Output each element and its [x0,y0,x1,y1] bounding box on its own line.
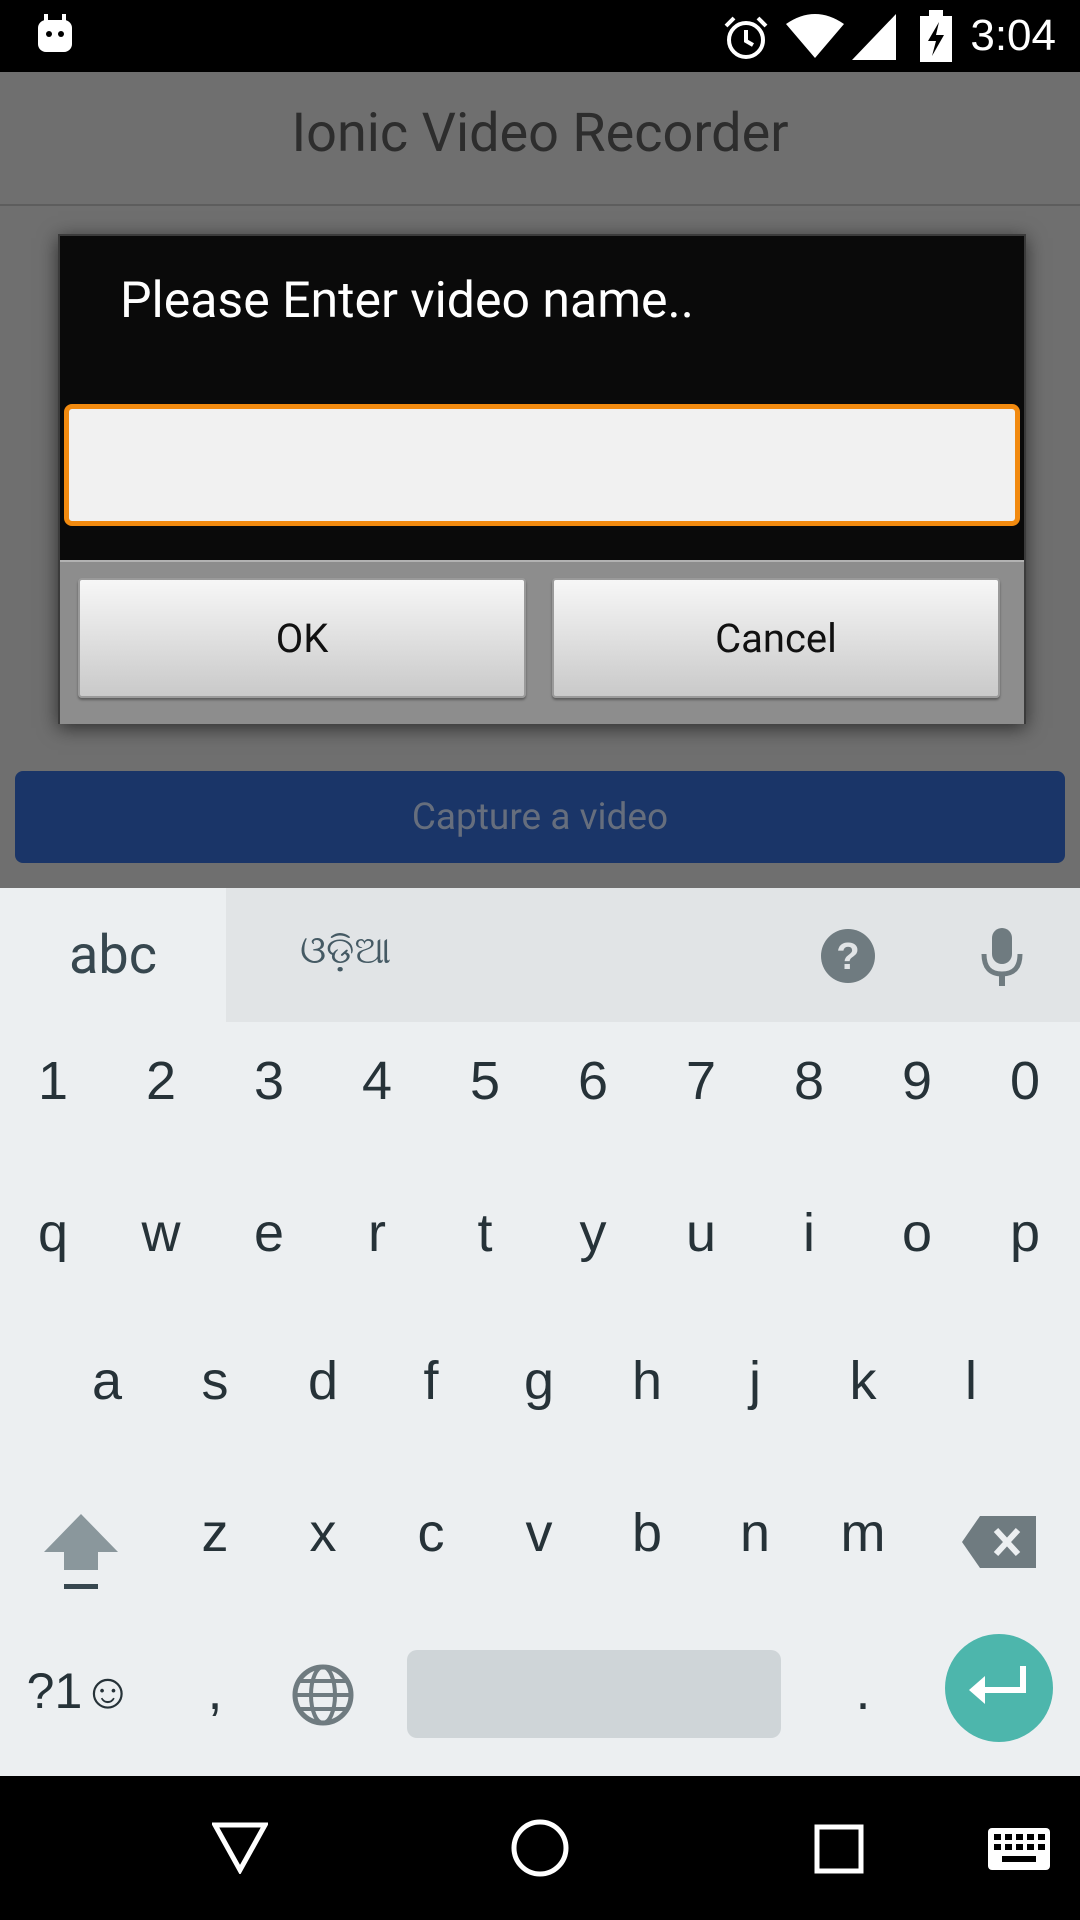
key-4[interactable]: 4 [332,1038,422,1124]
key-f[interactable]: f [386,1338,476,1424]
key-h[interactable]: h [602,1338,692,1424]
key-z[interactable]: z [170,1490,260,1576]
key-s[interactable]: s [170,1338,260,1424]
battery-charging-icon [920,10,952,62]
key-u[interactable]: u [656,1190,746,1276]
wifi-icon [786,14,844,58]
key-o[interactable]: o [872,1190,962,1276]
status-time: 3:04 [970,11,1056,60]
key-r[interactable]: r [332,1190,422,1276]
dialog-title: Please Enter video name.. [120,272,694,330]
space-key[interactable] [407,1650,781,1738]
symbols-key[interactable]: ?1☺ [20,1648,140,1734]
key-g[interactable]: g [494,1338,584,1424]
key-k[interactable]: k [818,1338,908,1424]
key-m[interactable]: m [818,1490,908,1576]
key-w[interactable]: w [116,1190,206,1276]
key-8[interactable]: 8 [764,1038,854,1124]
key-0[interactable]: 0 [980,1038,1070,1124]
key-period[interactable]: . [818,1648,908,1734]
key-5[interactable]: 5 [440,1038,530,1124]
video-name-dialog: Please Enter video name.. OK Cancel [58,234,1026,724]
keyboard-toolbar: abc ଓଡ଼ିଆ ? [0,888,1080,1022]
backspace-icon[interactable] [962,1516,1036,1568]
keyboard-switch-icon[interactable] [988,1828,1050,1870]
key-v[interactable]: v [494,1490,584,1576]
key-a[interactable]: a [62,1338,152,1424]
key-2[interactable]: 2 [116,1038,206,1124]
key-7[interactable]: 7 [656,1038,746,1124]
keyboard-tab-language[interactable]: ଓଡ଼ିଆ [300,916,391,986]
key-n[interactable]: n [710,1490,800,1576]
key-t[interactable]: t [440,1190,530,1276]
help-icon[interactable]: ? [820,928,876,984]
app-header: Ionic Video Recorder [0,72,1080,206]
key-l[interactable]: l [926,1338,1016,1424]
key-comma[interactable]: , [170,1648,260,1734]
key-x[interactable]: x [278,1490,368,1576]
key-p[interactable]: p [980,1190,1070,1276]
key-e[interactable]: e [224,1190,314,1276]
key-i[interactable]: i [764,1190,854,1276]
alarm-icon [724,16,768,59]
status-bar: 3:04 [0,0,1080,72]
key-3[interactable]: 3 [224,1038,314,1124]
home-icon[interactable] [510,1818,570,1878]
shift-icon[interactable] [44,1514,118,1594]
capture-video-button[interactable]: Capture a video [15,771,1065,863]
key-1[interactable]: 1 [8,1038,98,1124]
back-icon[interactable] [212,1822,268,1874]
svg-text:?: ? [836,936,859,978]
android-debug-icon [38,14,72,52]
key-6[interactable]: 6 [548,1038,638,1124]
enter-icon [969,1666,1026,1704]
key-y[interactable]: y [548,1190,638,1276]
enter-key[interactable] [945,1634,1053,1742]
key-d[interactable]: d [278,1338,368,1424]
globe-icon[interactable] [292,1664,354,1726]
cancel-button[interactable]: Cancel [552,578,1000,698]
keyboard-tab-abc[interactable]: abc [0,888,226,1022]
soft-keyboard: abc ଓଡ଼ିଆ ? [0,888,1080,1776]
navigation-bar [0,1776,1080,1920]
key-c[interactable]: c [386,1490,476,1576]
recents-icon[interactable] [814,1824,864,1874]
key-9[interactable]: 9 [872,1038,962,1124]
dialog-button-bar: OK Cancel [60,560,1024,724]
key-b[interactable]: b [602,1490,692,1576]
video-name-input[interactable] [64,404,1020,526]
microphone-icon[interactable] [980,928,1024,988]
page-title: Ionic Video Recorder [291,102,789,165]
key-j[interactable]: j [710,1338,800,1424]
signal-icon [852,14,896,60]
key-q[interactable]: q [8,1190,98,1276]
ok-button[interactable]: OK [78,578,526,698]
